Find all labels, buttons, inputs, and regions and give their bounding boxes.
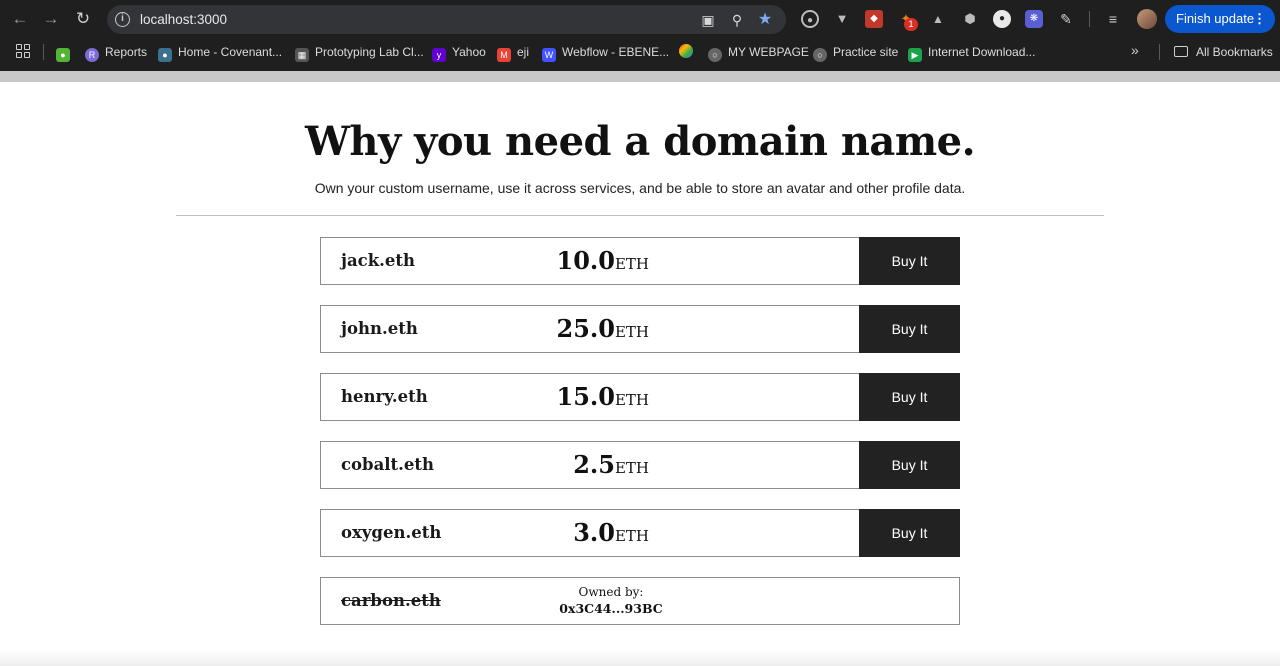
gmail-icon: M (497, 48, 511, 62)
bookmark-item[interactable]: W Webflow - EBENE... (542, 44, 669, 62)
bookmark-item[interactable]: ▦ Prototyping Lab Cl... (295, 44, 424, 62)
bookmark-item[interactable] (679, 44, 699, 60)
bookmark-star-icon[interactable]: ★ (756, 11, 774, 29)
globe-icon: ○ (708, 48, 722, 62)
grid-icon: ▦ (295, 48, 309, 62)
extension-target-icon[interactable]: ● (801, 10, 819, 28)
bookmark-item[interactable]: ▶ Internet Download... (908, 44, 1035, 62)
toolbar-divider (1089, 11, 1090, 27)
globe-icon: ○ (813, 48, 827, 62)
page-bottom-shadow (0, 650, 1280, 666)
extension-vuejs-icon[interactable]: ▼ (833, 10, 851, 28)
divider (176, 215, 1104, 216)
install-app-icon[interactable]: ▣ (699, 11, 717, 29)
browser-chrome: ← → ↻ i localhost:3000 ▣ ⚲ ★ ● ▼ ◆ ✦ 1 ▲… (0, 0, 1280, 71)
domain-price: 3.0ETH (573, 518, 649, 547)
address-url[interactable]: localhost:3000 (140, 12, 227, 27)
zoom-icon[interactable]: ⚲ (728, 11, 746, 29)
bookmark-item[interactable]: Meji (497, 44, 529, 62)
domain-row: jack.eth 10.0ETH Buy It (320, 237, 960, 285)
domain-row: cobalt.eth 2.5ETH Buy It (320, 441, 960, 489)
domain-name: jack.eth (341, 251, 416, 270)
buy-button[interactable]: Buy It (859, 237, 960, 285)
owned-domain-name: carbon.eth (341, 591, 441, 610)
extensions-puzzle-icon[interactable]: ✎ (1057, 10, 1075, 28)
domain-row: oxygen.eth 3.0ETH Buy It (320, 509, 960, 557)
buy-button[interactable]: Buy It (859, 509, 960, 557)
bookmark-item[interactable]: ○ Practice site (813, 44, 898, 62)
extension-red-icon[interactable]: ◆ (865, 10, 883, 28)
folder-icon (1174, 46, 1188, 57)
buy-button[interactable]: Buy It (859, 373, 960, 421)
pinwheel-icon (679, 44, 693, 58)
extension-circle-icon[interactable]: ● (993, 10, 1011, 28)
owned-domain-row: carbon.eth Owned by: 0x3C44...93BC (320, 577, 960, 625)
more-bookmarks-chevron-icon[interactable]: » (1131, 42, 1139, 58)
owner-info: Owned by: 0x3C44...93BC (551, 585, 671, 616)
domain-row: john.eth 25.0ETH Buy It (320, 305, 960, 353)
domain-name: cobalt.eth (341, 455, 435, 474)
extension-badge: 1 (904, 18, 918, 31)
reports-icon: R (85, 48, 99, 62)
finish-update-label: Finish update (1176, 11, 1255, 26)
green-square-icon: ● (56, 48, 70, 62)
domain-name: oxygen.eth (341, 523, 442, 542)
finish-update-button[interactable]: Finish update ⋮ (1165, 5, 1275, 33)
all-bookmarks-button[interactable]: All Bookmarks (1174, 44, 1273, 60)
domain-name: john.eth (341, 319, 418, 338)
page-subtitle: Own your custom username, use it across … (314, 180, 966, 196)
bookmarks-divider (1159, 44, 1160, 60)
owner-address: 0x3C44...93BC (559, 601, 663, 616)
webflow-icon: W (542, 48, 556, 62)
extension-react-icon[interactable]: ❋ (1025, 10, 1043, 28)
bookmark-item[interactable]: R Reports (85, 44, 147, 62)
domain-price: 25.0ETH (556, 314, 650, 343)
domain-row: henry.eth 15.0ETH Buy It (320, 373, 960, 421)
extension-android-icon[interactable]: ▲ (929, 10, 947, 28)
site-info-icon[interactable]: i (115, 12, 130, 27)
reload-icon[interactable]: ↻ (73, 9, 93, 29)
profile-avatar[interactable] (1137, 9, 1157, 29)
bookmarks-divider (43, 44, 44, 60)
kebab-menu-icon[interactable]: ⋮ (1253, 5, 1266, 33)
idm-icon: ▶ (908, 48, 922, 62)
address-bar[interactable]: i localhost:3000 ▣ ⚲ ★ (107, 5, 786, 34)
page-title: Why you need a domain name. (304, 118, 976, 165)
forward-arrow-icon[interactable]: → (41, 9, 61, 29)
owned-by-label: Owned by: (578, 585, 644, 599)
yahoo-icon: y (432, 48, 446, 62)
buy-button[interactable]: Buy It (859, 305, 960, 353)
bookmark-item[interactable]: ● (56, 44, 76, 62)
reading-list-icon[interactable]: ≡ (1104, 10, 1122, 28)
browser-toolbar: ← → ↻ i localhost:3000 ▣ ⚲ ★ ● ▼ ◆ ✦ 1 ▲… (0, 0, 1280, 38)
bookmark-item[interactable]: y Yahoo (432, 44, 486, 62)
domain-price: 15.0ETH (556, 382, 650, 411)
bookmark-item[interactable]: ○ MY WEBPAGE (708, 44, 809, 62)
domain-price: 10.0ETH (556, 246, 650, 275)
covenant-icon: ● (158, 48, 172, 62)
buy-button[interactable]: Buy It (859, 441, 960, 489)
domain-name: henry.eth (341, 387, 428, 406)
back-arrow-icon[interactable]: ← (10, 9, 30, 29)
extension-cube-icon[interactable]: ⬢ (961, 10, 979, 28)
domain-price: 2.5ETH (573, 450, 649, 479)
bookmarks-bar: ● R Reports ● Home - Covenant... ▦ Prototyp… (0, 38, 1280, 65)
bookmark-item[interactable]: ● Home - Covenant... (158, 44, 282, 62)
page-top-bar (0, 71, 1280, 82)
